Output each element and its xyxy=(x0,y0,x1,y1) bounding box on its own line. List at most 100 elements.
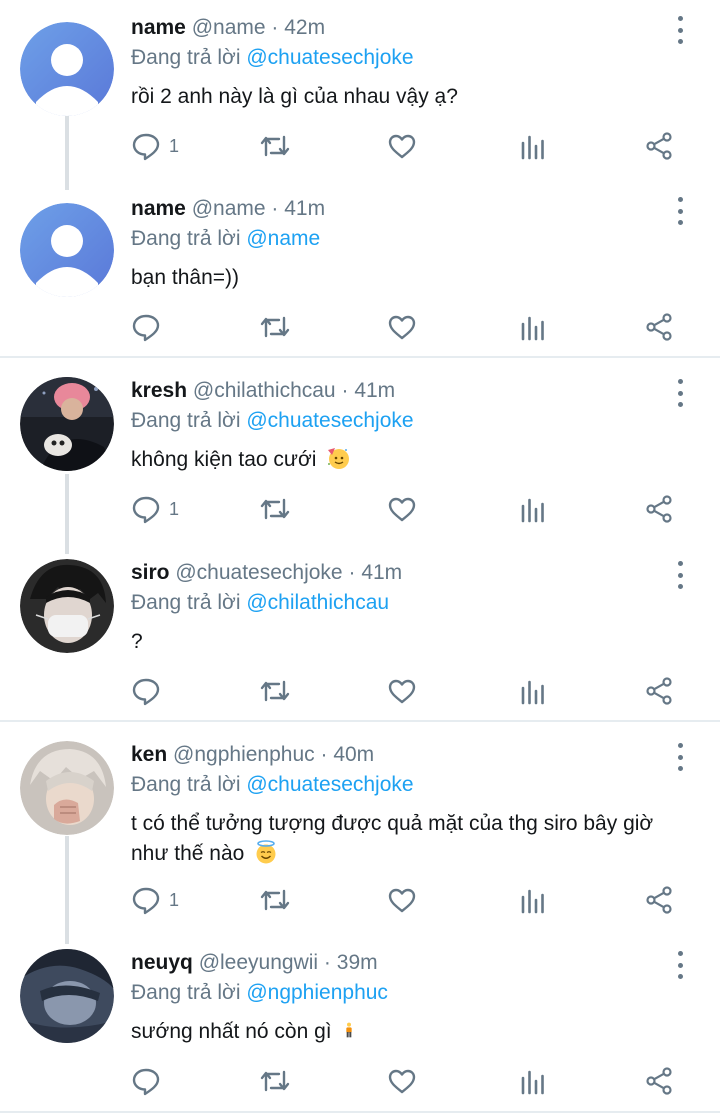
reply-count: 1 xyxy=(169,135,180,156)
avatar[interactable] xyxy=(20,203,114,297)
analytics-button[interactable] xyxy=(518,128,548,164)
action-bar xyxy=(131,1063,691,1099)
action-bar xyxy=(131,309,691,345)
timestamp[interactable]: 42m xyxy=(284,16,325,39)
separator-dot: · xyxy=(323,951,331,974)
reply-button[interactable]: 1 xyxy=(131,128,179,164)
user-handle[interactable]: @chuatesechjoke xyxy=(175,561,342,584)
tweet[interactable]: ken @ngphienphuc · 40m Đang trả lời @chu… xyxy=(0,741,720,936)
reply-button[interactable] xyxy=(131,1063,169,1099)
mention-link[interactable]: @chuatesechjoke xyxy=(246,773,413,796)
tweet[interactable]: name @name · 41m Đang trả lời @name bạn … xyxy=(0,195,720,350)
analytics-button[interactable] xyxy=(518,673,548,709)
more-options-icon[interactable] xyxy=(668,197,692,225)
more-options-icon[interactable] xyxy=(668,379,692,407)
mention-link[interactable]: @chilathichcau xyxy=(246,591,389,614)
retweet-button[interactable] xyxy=(258,1063,292,1099)
retweet-button[interactable] xyxy=(258,491,292,527)
like-button[interactable] xyxy=(387,673,417,709)
mention-link[interactable]: @ngphienphuc xyxy=(246,981,388,1004)
tweet[interactable]: kresh @chilathichcau · 41m Đang trả lời … xyxy=(0,377,720,542)
like-button[interactable] xyxy=(387,882,417,918)
timestamp[interactable]: 41m xyxy=(284,197,325,220)
share-button[interactable] xyxy=(644,128,674,164)
reply-icon xyxy=(132,496,160,524)
share-button[interactable] xyxy=(644,882,674,918)
display-name[interactable]: name xyxy=(131,16,186,39)
display-name[interactable]: siro xyxy=(131,561,170,584)
reply-feed: name @name · 42m Đang trả lời @chuatesec… xyxy=(0,0,720,1115)
reply-button[interactable] xyxy=(131,673,169,709)
avatar[interactable] xyxy=(20,559,114,653)
analytics-button[interactable] xyxy=(518,309,548,345)
reply-icon xyxy=(132,314,160,342)
timestamp[interactable]: 41m xyxy=(361,561,402,584)
retweet-button[interactable] xyxy=(258,882,292,918)
analytics-button[interactable] xyxy=(518,491,548,527)
like-button[interactable] xyxy=(387,128,417,164)
share-button[interactable] xyxy=(644,1063,674,1099)
retweet-icon xyxy=(260,1070,290,1092)
user-handle[interactable]: @name xyxy=(192,197,266,220)
mention-link[interactable]: @chuatesechjoke xyxy=(246,46,413,69)
share-button[interactable] xyxy=(644,673,674,709)
replying-to: Đang trả lời @name xyxy=(131,225,320,253)
display-name[interactable]: name xyxy=(131,197,186,220)
avatar[interactable] xyxy=(20,949,114,1043)
heart-icon xyxy=(388,497,416,522)
avatar[interactable] xyxy=(20,377,114,471)
replying-to-label: Đang trả lời xyxy=(131,227,241,250)
tweet-text: không kiện tao cưới xyxy=(131,445,691,475)
mention-link[interactable]: @name xyxy=(246,227,320,250)
like-button[interactable] xyxy=(387,309,417,345)
user-handle[interactable]: @name xyxy=(192,16,266,39)
reply-button[interactable]: 1 xyxy=(131,882,179,918)
reply-button[interactable]: 1 xyxy=(131,491,179,527)
display-name[interactable]: kresh xyxy=(131,379,187,402)
timestamp[interactable]: 40m xyxy=(333,743,374,766)
retweet-button[interactable] xyxy=(258,673,292,709)
reply-count: 1 xyxy=(169,498,180,519)
user-handle[interactable]: @ngphienphuc xyxy=(173,743,315,766)
more-options-icon[interactable] xyxy=(668,16,692,44)
share-button[interactable] xyxy=(644,491,674,527)
avatar[interactable] xyxy=(20,741,114,835)
tweet-text: ? xyxy=(131,630,143,653)
share-icon xyxy=(646,495,672,523)
tweet-header: ken @ngphienphuc · 40m xyxy=(131,741,374,769)
analytics-button[interactable] xyxy=(518,1063,548,1099)
mention-link[interactable]: @chuatesechjoke xyxy=(246,409,413,432)
thread-divider xyxy=(0,356,720,358)
more-options-icon[interactable] xyxy=(668,951,692,979)
tweet[interactable]: name @name · 42m Đang trả lời @chuatesec… xyxy=(0,14,720,184)
retweet-button[interactable] xyxy=(258,128,292,164)
default-avatar-icon xyxy=(20,203,114,297)
share-button[interactable] xyxy=(644,309,674,345)
like-button[interactable] xyxy=(387,491,417,527)
avatar[interactable] xyxy=(20,22,114,116)
more-options-icon[interactable] xyxy=(668,743,692,771)
tweet[interactable]: siro @chuatesechjoke · 41m Đang trả lời … xyxy=(0,559,720,714)
retweet-button[interactable] xyxy=(258,309,292,345)
thread-divider xyxy=(0,720,720,722)
tweet[interactable]: neuyq @leeyungwii · 39m Đang trả lời @ng… xyxy=(0,949,720,1104)
user-handle[interactable]: @chilathichcau xyxy=(193,379,336,402)
timestamp[interactable]: 39m xyxy=(337,951,378,974)
more-options-icon[interactable] xyxy=(668,561,692,589)
like-button[interactable] xyxy=(387,1063,417,1099)
display-name[interactable]: neuyq xyxy=(131,951,193,974)
reply-icon xyxy=(132,887,160,915)
user-handle[interactable]: @leeyungwii xyxy=(199,951,318,974)
action-bar: 1 xyxy=(131,491,691,527)
display-name[interactable]: ken xyxy=(131,743,167,766)
timestamp[interactable]: 41m xyxy=(354,379,395,402)
reply-button[interactable] xyxy=(131,309,169,345)
analytics-button[interactable] xyxy=(518,882,548,918)
separator-dot: · xyxy=(271,16,279,39)
share-icon xyxy=(646,677,672,705)
bar-chart-icon xyxy=(521,135,544,160)
tweet-header: siro @chuatesechjoke · 41m xyxy=(131,559,402,587)
replying-to-label: Đang trả lời xyxy=(131,591,241,614)
reply-count: 1 xyxy=(169,889,180,910)
reply-icon xyxy=(132,133,160,161)
